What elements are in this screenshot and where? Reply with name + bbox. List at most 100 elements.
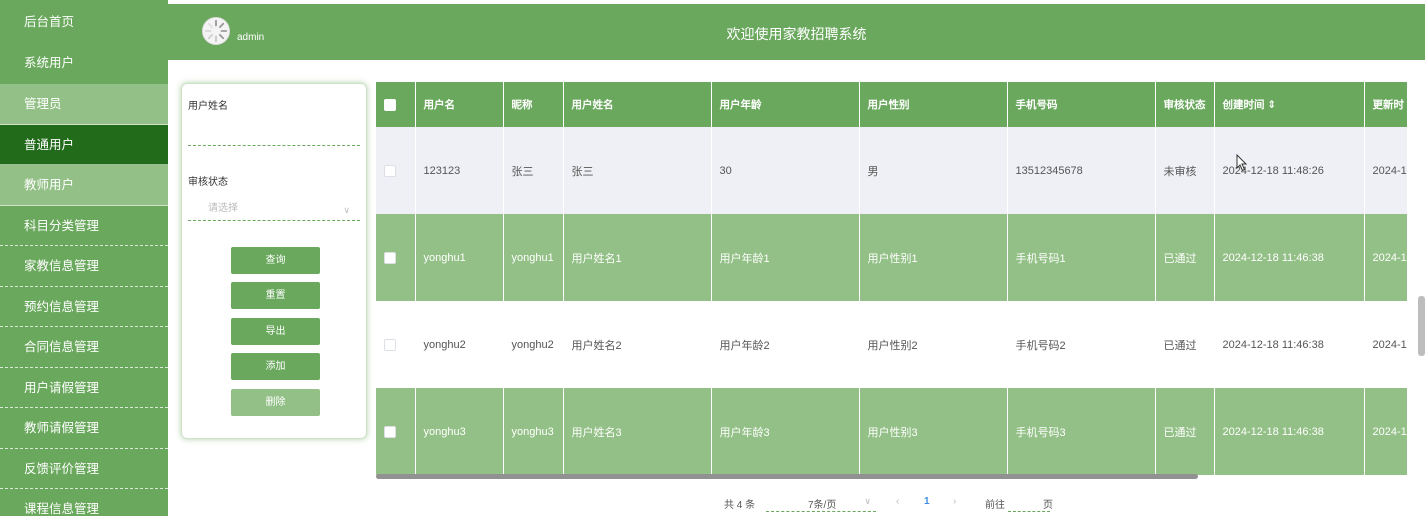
column-header: 用户年龄 [711, 82, 860, 127]
row-checkbox[interactable] [384, 425, 396, 438]
table-cell: 2024-1 [1364, 127, 1407, 214]
table-cell: 张三 [563, 127, 712, 214]
column-header-sortable[interactable]: 创建时间 ⇕ [1214, 82, 1365, 127]
table-cell: 手机号码2 [1007, 301, 1156, 388]
row-select-cell [376, 214, 416, 301]
query-button[interactable]: 查询 [231, 247, 320, 274]
table-cell: 123123 [415, 127, 504, 214]
sidebar-item-course-info[interactable]: 课程信息管理 [0, 489, 168, 516]
table-cell: yonghu3 [503, 388, 564, 475]
table-cell: 用户姓名1 [563, 214, 712, 301]
page-size-value: 7条/页 [808, 500, 837, 511]
sidebar-item-label: 预约信息管理 [24, 299, 100, 314]
row-select-cell [376, 301, 416, 388]
sidebar-item-label: 用户请假管理 [24, 380, 100, 395]
select-all-cell [376, 82, 416, 127]
name-field-label: 用户姓名 [188, 101, 228, 112]
delete-button[interactable]: 删除 [231, 389, 320, 416]
mouse-cursor-icon [1236, 154, 1248, 172]
table-cell: 手机号码1 [1007, 214, 1156, 301]
table-row[interactable]: yonghu1 yonghu1 用户姓名1 用户年龄1 用户性别1 手机号码1 … [376, 214, 1407, 301]
name-input[interactable] [188, 124, 360, 146]
current-page-number[interactable]: 1 [924, 496, 930, 512]
sidebar-item-label: 系统用户 [24, 56, 75, 70]
top-header: admin 欢迎使用家教招聘系统 [168, 4, 1425, 60]
table-row[interactable]: yonghu2 yonghu2 用户姓名2 用户年龄2 用户性别2 手机号码2 … [376, 301, 1407, 388]
row-checkbox[interactable] [384, 338, 396, 351]
status-select[interactable]: 请选择 ∨ [188, 201, 360, 221]
table-cell: 已通过 [1155, 301, 1215, 388]
sidebar-item-home[interactable]: 后台首页 [0, 0, 168, 42]
sidebar-item-admin[interactable]: 管理员 [0, 84, 168, 125]
row-checkbox[interactable] [384, 164, 396, 177]
table-cell: yonghu2 [415, 301, 504, 388]
table-cell: 用户姓名2 [563, 301, 712, 388]
chevron-down-icon: ∨ [343, 205, 350, 215]
table-cell: 已通过 [1155, 214, 1215, 301]
sidebar-item-label: 家教信息管理 [24, 259, 100, 273]
table-cell: 已通过 [1155, 388, 1215, 475]
table-cell: 2024-1 [1364, 214, 1407, 301]
status-field-label: 审核状态 [188, 177, 228, 188]
export-button[interactable]: 导出 [231, 318, 320, 345]
table-cell: 用户性别1 [859, 214, 1008, 301]
sidebar-item-tutor-info[interactable]: 家教信息管理 [0, 246, 168, 287]
row-select-cell [376, 388, 416, 475]
sidebar-item-feedback[interactable]: 反馈评价管理 [0, 449, 168, 489]
table-cell: yonghu3 [415, 388, 504, 475]
table-row[interactable]: 123123 张三 张三 30 男 13512345678 未审核 2024-1… [376, 127, 1407, 214]
sidebar-item-label: 科目分类管理 [24, 218, 100, 233]
chevron-down-icon: ∨ [864, 496, 871, 506]
add-button[interactable]: 添加 [231, 353, 320, 380]
vertical-scrollbar[interactable] [1418, 296, 1425, 356]
sidebar-item-user-leave[interactable]: 用户请假管理 [0, 368, 168, 408]
prev-page-button[interactable]: ‹ [896, 496, 899, 512]
next-page-button[interactable]: › [953, 496, 956, 512]
table-cell: 2024-12-18 11:46:38 [1214, 301, 1365, 388]
sidebar-item-label: 反馈评价管理 [24, 461, 100, 476]
sidebar-item-label: 后台首页 [24, 15, 75, 29]
table-cell: 2024-12-18 11:46:38 [1214, 388, 1365, 475]
sidebar-item-teacher-leave[interactable]: 教师请假管理 [0, 408, 168, 449]
goto-label: 前往 [985, 500, 1005, 511]
sidebar-item-normal-users[interactable]: 普通用户 [0, 124, 168, 165]
table-cell: 2024-1 [1364, 301, 1407, 388]
table-row[interactable]: yonghu3 yonghu3 用户姓名3 用户年龄3 用户性别3 手机号码3 … [376, 388, 1407, 475]
table-cell: 手机号码3 [1007, 388, 1156, 475]
table-cell: 用户年龄2 [711, 301, 860, 388]
table-cell: 用户年龄1 [711, 214, 860, 301]
pagination-total: 共 4 条 [724, 500, 756, 511]
table-cell: yonghu1 [503, 214, 564, 301]
sidebar-item-label: 课程信息管理 [24, 502, 100, 516]
sidebar-item-contract-info[interactable]: 合同信息管理 [0, 327, 168, 368]
sidebar-item-booking-info[interactable]: 预约信息管理 [0, 287, 168, 327]
sidebar-item-label: 教师用户 [24, 178, 75, 192]
goto-unit-label: 页 [1043, 500, 1053, 511]
table-cell: 2024-1 [1364, 388, 1407, 475]
sidebar-item-label: 普通用户 [24, 137, 75, 152]
table-cell: 未审核 [1155, 127, 1215, 214]
sidebar: 后台首页 系统用户 管理员 普通用户 教师用户 科目分类管理 家教信息管理 预约… [0, 0, 168, 516]
sidebar-item-teacher-users[interactable]: 教师用户 [0, 165, 168, 206]
column-header: 审核状态 [1155, 82, 1215, 127]
table-cell: 13512345678 [1007, 127, 1156, 214]
row-checkbox[interactable] [384, 251, 396, 264]
sidebar-item-system-users[interactable]: 系统用户 [0, 42, 168, 84]
table-cell: 2024-12-18 11:46:38 [1214, 214, 1365, 301]
status-select-placeholder: 请选择 [208, 203, 238, 214]
sidebar-item-label: 合同信息管理 [24, 340, 100, 354]
select-all-checkbox[interactable] [384, 98, 396, 111]
reset-button[interactable]: 重置 [231, 282, 320, 309]
table-cell: 30 [711, 127, 860, 214]
table-header-row: 用户名 昵称 用户姓名 用户年龄 用户性别 手机号码 审核状态 创建时间 ⇕ 更… [376, 82, 1407, 127]
column-header: 手机号码 [1007, 82, 1156, 127]
page-title: 欢迎使用家教招聘系统 [726, 26, 867, 42]
column-header: 用户名 [415, 82, 504, 127]
horizontal-scrollbar[interactable] [376, 474, 1198, 479]
page-size-select[interactable]: 7条/页 ∨ [766, 496, 876, 512]
sidebar-item-subject-category[interactable]: 科目分类管理 [0, 206, 168, 246]
column-header: 昵称 [503, 82, 564, 127]
table-cell: 用户性别3 [859, 388, 1008, 475]
table-cell: 用户性别2 [859, 301, 1008, 388]
search-panel: 用户姓名 审核状态 请选择 ∨ 查询 重置 导出 添加 删除 [181, 83, 367, 439]
